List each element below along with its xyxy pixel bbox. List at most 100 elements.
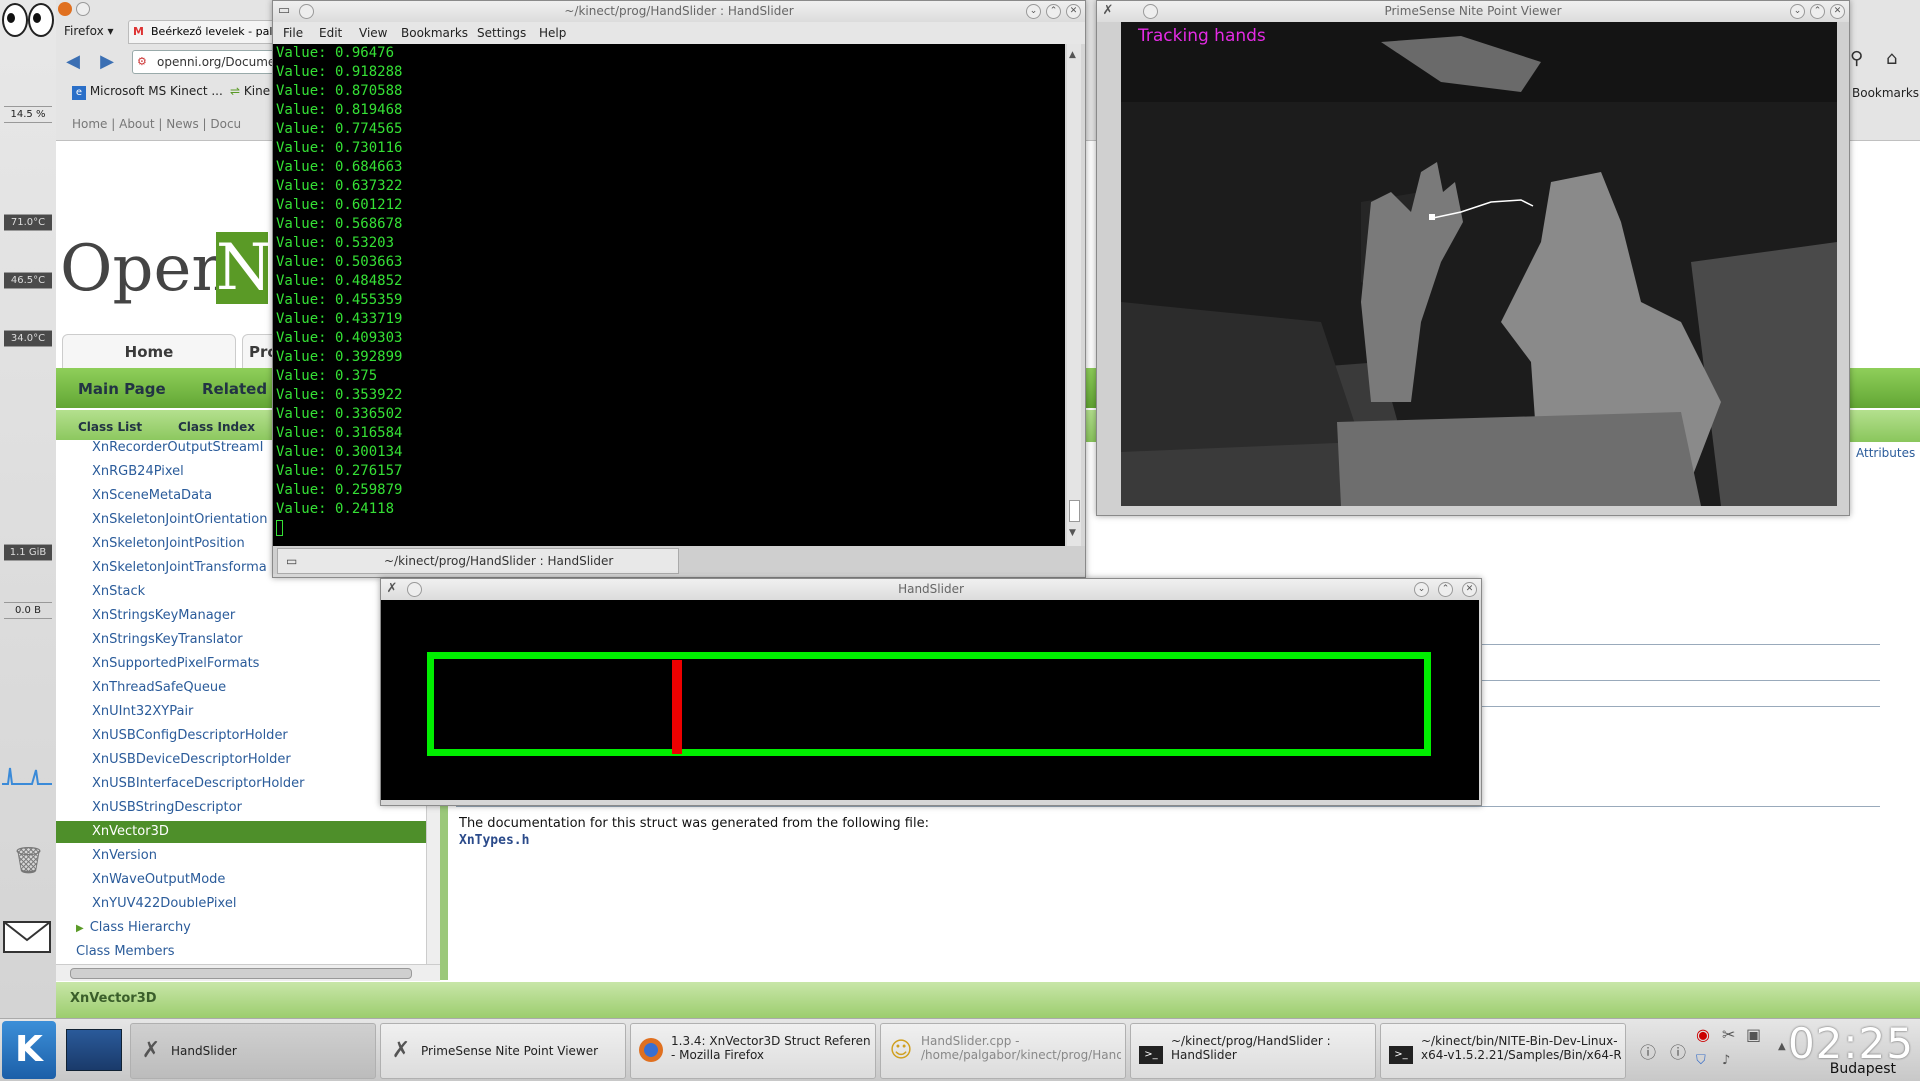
terminal-title: ~/kinect/prog/HandSlider : HandSlider	[564, 4, 794, 18]
terminal-line: Value: 0.455359	[276, 292, 403, 308]
list-item[interactable]: XnVersion	[92, 848, 157, 863]
tab-main-page[interactable]: Main Page	[78, 380, 166, 398]
bookmarks-button[interactable]: Bookmarks	[1852, 86, 1919, 100]
handslider-titlebar[interactable]: ✗ HandSlider ⌄ ⌃ ✕	[381, 579, 1481, 600]
terminal-line: Value: 0.433719	[276, 311, 403, 327]
close-button[interactable]: ✕	[1066, 4, 1081, 19]
list-item[interactable]: XnStringsKeyTranslator	[92, 632, 243, 647]
list-item[interactable]: XnWaveOutputMode	[92, 872, 225, 887]
mail-icon[interactable]	[2, 918, 52, 956]
list-item[interactable]: XnThreadSafeQueue	[92, 680, 226, 695]
tab-class-list[interactable]: Class List	[78, 420, 142, 434]
menu-help[interactable]: Help	[539, 26, 566, 40]
firefox-menu[interactable]: Firefox ▾	[64, 24, 114, 38]
close-button[interactable]: ✕	[1462, 582, 1477, 597]
menu-file[interactable]: File	[283, 26, 303, 40]
handslider-canvas[interactable]	[381, 600, 1479, 800]
site-link-docu[interactable]: Docu	[210, 117, 241, 131]
bookmark-ms-kinect[interactable]: e Microsoft MS Kinect ...	[72, 84, 223, 100]
site-link-news[interactable]: News	[166, 117, 198, 131]
close-button[interactable]: ✕	[1830, 4, 1845, 19]
kde-menu-button[interactable]: K	[2, 1021, 56, 1079]
tab-home[interactable]: Home	[62, 334, 236, 370]
list-item[interactable]: XnSupportedPixelFormats	[92, 656, 259, 671]
minimize-button[interactable]: ⌄	[1414, 582, 1429, 597]
task-handslider[interactable]: ✗ HandSlider	[130, 1023, 376, 1079]
nite-viewer-titlebar[interactable]: ✗ PrimeSense Nite Point Viewer ⌄ ⌃ ✕	[1097, 1, 1849, 22]
clock-city: Budapest	[1829, 1061, 1896, 1077]
minimize-button[interactable]: ⌄	[1026, 4, 1041, 19]
terminal-output[interactable]: Value: 0.96476 Value: 0.918288 Value: 0.87…	[273, 44, 1065, 546]
terminal-icon: >_	[1137, 1038, 1165, 1064]
info-icon-2[interactable]: ⓘ	[1670, 1039, 1686, 1063]
task-firefox[interactable]: 1.3.4: XnVector3D Struct Reference - Mozi…	[630, 1023, 876, 1079]
tab-class-index[interactable]: Class Index	[178, 420, 255, 434]
list-item[interactable]: XnRGB24Pixel	[92, 464, 184, 479]
task-terminal-handslider[interactable]: >_ ~/kinect/prog/HandSlider : HandSlider	[1130, 1023, 1376, 1079]
klipper-icon[interactable]: ✂	[1722, 1025, 1735, 1044]
terminal-titlebar[interactable]: ▭ ~/kinect/prog/HandSlider : HandSlider …	[273, 1, 1085, 22]
list-item[interactable]: XnStack	[92, 584, 145, 599]
list-item[interactable]: XnUSBInterfaceDescriptorHolder	[92, 776, 305, 791]
bookmark-kinect[interactable]: ⇌ Kine	[230, 84, 270, 98]
class-tree-hscrollbar[interactable]	[56, 964, 440, 981]
clipboard-icon[interactable]: ▣	[1746, 1025, 1761, 1044]
maximize-button[interactable]: ⌃	[1046, 4, 1061, 19]
firefox-min-button[interactable]	[76, 2, 90, 16]
list-item[interactable]: XnStringsKeyManager	[92, 608, 235, 623]
expand-tray-icon[interactable]: ▲	[1778, 1041, 1786, 1052]
scroll-down-icon[interactable]: ▼	[1069, 528, 1076, 538]
nite-viewer-window: ✗ PrimeSense Nite Point Viewer ⌄ ⌃ ✕ Tra…	[1096, 0, 1850, 516]
list-item[interactable]: XnRecorderOutputStreamI	[92, 440, 263, 455]
menu-settings[interactable]: Settings	[477, 26, 526, 40]
task-editor[interactable]: ☺ HandSlider.cpp -/home/palgabor/kinect/…	[880, 1023, 1126, 1079]
menu-bookmarks[interactable]: Bookmarks	[401, 26, 468, 40]
hscroll-thumb[interactable]	[70, 968, 412, 979]
list-item[interactable]: XnUSBConfigDescriptorHolder	[92, 728, 288, 743]
site-link-home[interactable]: Home	[72, 117, 107, 131]
attributes-link[interactable]: Attributes	[1856, 446, 1915, 460]
pager-widget[interactable]	[66, 1029, 122, 1071]
site-link-about[interactable]: About	[119, 117, 154, 131]
back-button[interactable]: ◀	[60, 50, 86, 74]
xntypes-link[interactable]: XnTypes.h	[459, 833, 529, 848]
list-item-selected[interactable]: XnVector3D	[56, 821, 426, 843]
info-icon[interactable]: ⓘ	[1640, 1039, 1656, 1063]
menu-edit[interactable]: Edit	[319, 26, 342, 40]
home-icon[interactable]: ⌂	[1886, 48, 1897, 69]
forward-button[interactable]: ▶	[94, 50, 120, 74]
minimize-button[interactable]: ⌄	[1790, 4, 1805, 19]
tree-class-hierarchy[interactable]: ▶ Class Hierarchy	[76, 920, 191, 935]
tree-class-members[interactable]: Class Members	[76, 944, 175, 959]
maximize-button[interactable]: ⌃	[1810, 4, 1825, 19]
list-item[interactable]: XnYUV422DoublePixel	[92, 896, 236, 911]
binoculars-icon[interactable]: ⚲	[1850, 48, 1863, 69]
temp-monitor-3: 34.0°C	[4, 330, 52, 347]
menu-view[interactable]: View	[359, 26, 387, 40]
volume-icon[interactable]: ♪	[1722, 1053, 1730, 1068]
divider	[1480, 644, 1880, 645]
list-item[interactable]: XnUInt32XYPair	[92, 704, 193, 719]
terminal-tab[interactable]: ▭ ~/kinect/prog/HandSlider : HandSlider	[277, 548, 679, 574]
list-item[interactable]: XnUSBDeviceDescriptorHolder	[92, 752, 291, 767]
terminal-scrollbar[interactable]: ▲ ▼	[1067, 44, 1081, 546]
terminal-line: Value: 0.24118	[276, 501, 395, 517]
task-nite-viewer[interactable]: ✗ PrimeSense Nite Point Viewer	[380, 1023, 626, 1079]
depth-image[interactable]: Tracking hands	[1121, 22, 1837, 506]
list-item[interactable]: XnSceneMetaData	[92, 488, 212, 503]
list-item[interactable]: XnUSBStringDescriptor	[92, 800, 242, 815]
task-terminal-nite[interactable]: >_ ~/kinect/bin/NITE-Bin-Dev-Linux-x64-v…	[1380, 1023, 1626, 1079]
maximize-button[interactable]: ⌃	[1438, 582, 1453, 597]
bookmark-ms-kinect-label: Microsoft MS Kinect ...	[89, 84, 223, 98]
shield-icon[interactable]: ⛉	[1696, 1053, 1706, 1068]
footer-breadcrumb[interactable]: XnVector3D	[70, 991, 157, 1006]
trash-icon[interactable]: 🗑	[12, 846, 45, 876]
list-item[interactable]: XnSkeletonJointPosition	[92, 536, 245, 551]
list-item[interactable]: XnSkeletonJointOrientation	[92, 512, 268, 527]
terminal-line: Value: 0.774565	[276, 121, 403, 137]
scroll-up-icon[interactable]: ▲	[1069, 50, 1076, 60]
list-item[interactable]: XnSkeletonJointTransforma	[92, 560, 267, 575]
scroll-thumb[interactable]	[1069, 500, 1080, 522]
record-icon[interactable]: ◉	[1696, 1025, 1710, 1044]
taskbar: K ✗ HandSlider ✗ PrimeSense Nite Point V…	[0, 1018, 1920, 1081]
